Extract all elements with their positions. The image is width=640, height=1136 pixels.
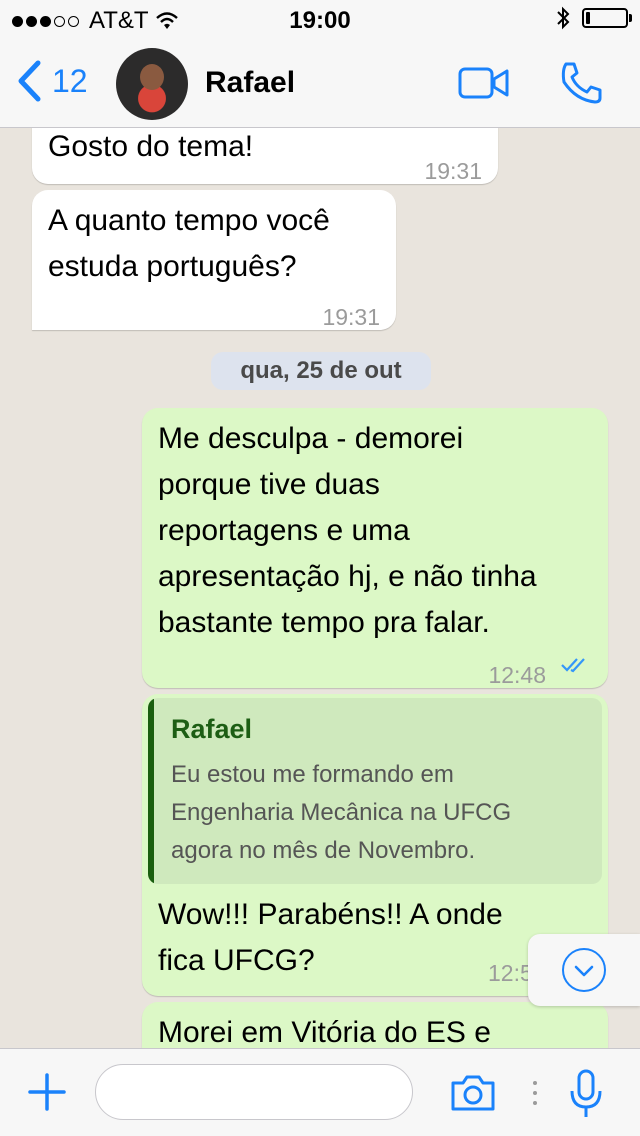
- clock: 19:00: [289, 7, 351, 34]
- video-call-icon[interactable]: [458, 66, 510, 100]
- message-bubble-outgoing[interactable]: Me desculpa - demorei porque tive duas r…: [142, 408, 608, 688]
- message-time: 12:48: [488, 662, 546, 688]
- message-text: Morei em Vitória do ES e: [158, 1016, 491, 1048]
- back-button[interactable]: 12: [16, 60, 88, 102]
- compose-bar: [0, 1048, 640, 1136]
- battery-icon: [582, 8, 632, 28]
- message-bubble-outgoing[interactable]: Morei em Vitória do ES e: [142, 1002, 608, 1048]
- scroll-to-bottom-button[interactable]: [528, 934, 640, 1006]
- message-bubble-incoming[interactable]: Gosto do tema! 19:31: [32, 128, 498, 184]
- phone-icon[interactable]: [558, 60, 604, 106]
- message-text: Me desculpa - demorei porque tive duas r…: [158, 422, 537, 639]
- message-time: 12:5: [488, 960, 533, 986]
- read-receipt-icon: [561, 658, 585, 673]
- date-separator: qua, 25 de out: [211, 352, 431, 390]
- quote-author: Rafael: [171, 714, 253, 744]
- contact-name[interactable]: Rafael: [205, 66, 295, 100]
- status-right: [556, 6, 632, 30]
- message-text: A quanto tempo você estuda português?: [48, 204, 330, 283]
- message-text: Gosto do tema!: [48, 130, 254, 163]
- microphone-icon[interactable]: [568, 1069, 604, 1119]
- bluetooth-icon: [557, 6, 570, 30]
- avatar[interactable]: [116, 48, 188, 120]
- message-text: Wow!!! Parabéns!! A onde fica UFCG?: [158, 898, 503, 977]
- camera-icon[interactable]: [449, 1073, 497, 1113]
- message-list[interactable]: Gosto do tema! 19:31 A quanto tempo você…: [0, 128, 640, 1048]
- chevron-left-icon: [18, 60, 41, 102]
- message-input[interactable]: [95, 1064, 413, 1120]
- quote-text: Eu estou me formando em Engenharia Mecân…: [171, 761, 512, 864]
- quoted-message[interactable]: Rafael Eu estou me formando em Engenhari…: [148, 698, 602, 884]
- plus-icon[interactable]: [28, 1073, 66, 1111]
- quote-bar: [148, 698, 154, 884]
- message-bubble-incoming[interactable]: A quanto tempo você estuda português? 19…: [32, 190, 396, 330]
- chevron-down-icon: [562, 948, 606, 992]
- divider: [533, 1081, 537, 1105]
- unread-count: 12: [52, 62, 88, 99]
- message-time: 19:31: [322, 304, 380, 330]
- chat-header: 12 Rafael: [0, 40, 640, 128]
- message-time: 19:31: [424, 158, 482, 184]
- status-bar: AT&T 19:00: [0, 0, 640, 40]
